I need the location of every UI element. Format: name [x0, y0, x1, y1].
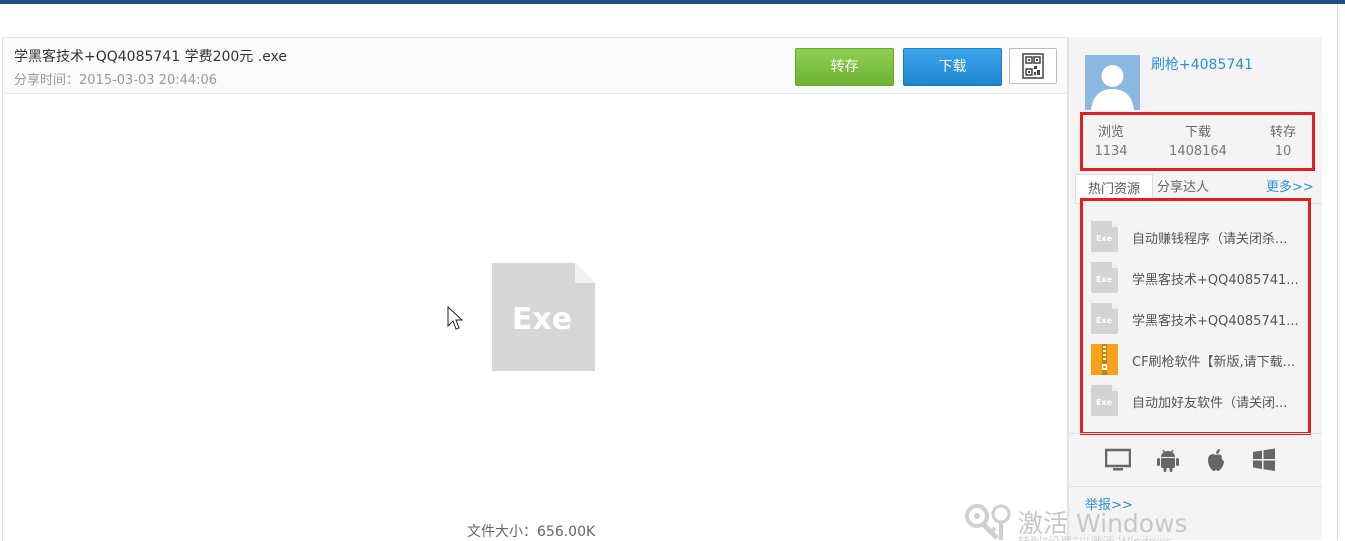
stat-value: 1408164 [1169, 144, 1227, 159]
exe-file-icon: Exe [492, 263, 595, 371]
exe-file-icon: Exe [1091, 385, 1118, 416]
list-item[interactable]: Exe 自动加好友软件（请关闭... [1087, 377, 1308, 418]
exe-file-icon: Exe [1091, 262, 1118, 293]
file-type-label: Exe [512, 302, 572, 337]
stat-label: 下载 [1184, 125, 1211, 140]
top-bar [0, 0, 1345, 4]
stat-value: 1134 [1094, 144, 1128, 159]
avatar[interactable] [1085, 55, 1140, 110]
file-type-label: Exe [1096, 398, 1113, 407]
stat-views: 浏览 1134 [1083, 123, 1139, 161]
qr-code-button[interactable] [1009, 48, 1057, 84]
file-title: 学黑客技术+QQ4085741 学费200元 .exe [14, 49, 288, 65]
save-button[interactable]: 转存 [795, 48, 894, 86]
list-item[interactable]: CF刷枪软件【新版,请下载... [1087, 336, 1308, 377]
stats-box: 浏览 1134 下载 1408164 转存 10 [1080, 112, 1315, 171]
exe-file-icon: Exe [1091, 221, 1118, 252]
platform-links [1069, 433, 1322, 487]
username-link[interactable]: 刷枪+4085741 [1151, 54, 1253, 74]
file-type-label: Exe [1096, 275, 1113, 284]
file-size: 文件大小：656.00K [467, 524, 596, 540]
file-type-label: Exe [1096, 316, 1113, 325]
list-item[interactable]: Exe 学黑客技术+QQ4085741... [1087, 254, 1308, 295]
hot-item-label: 学黑客技术+QQ4085741... [1132, 273, 1299, 288]
user-avatar-icon [1085, 55, 1140, 110]
download-button[interactable]: 下载 [903, 48, 1002, 86]
user-sidebar: 刷枪+4085741 浏览 1134 下载 1408164 转存 10 热门资源… [1068, 37, 1322, 540]
qr-code-icon [1022, 53, 1044, 79]
stat-label: 浏览 [1097, 125, 1124, 140]
hot-item-label: 自动赚钱程序（请关闭杀... [1132, 232, 1288, 247]
stat-value: 10 [1274, 144, 1292, 159]
windows-icon[interactable] [1251, 447, 1277, 473]
file-type-label: Exe [1096, 234, 1113, 243]
exe-file-icon: Exe [1091, 303, 1118, 334]
file-preview-panel: 学黑客技术+QQ4085741 学费200元 .exe 分享时间：2015-03… [2, 37, 1068, 541]
android-icon[interactable] [1155, 447, 1181, 473]
zip-file-icon [1091, 344, 1118, 375]
stat-label: 转存 [1269, 125, 1296, 140]
apple-icon[interactable] [1203, 447, 1229, 473]
hot-item-label: 自动加好友软件（请关闭... [1132, 396, 1288, 411]
list-item[interactable]: Exe 自动赚钱程序（请关闭杀... [1087, 213, 1308, 254]
scrollbar[interactable] [1337, 4, 1345, 540]
stat-saves: 转存 10 [1253, 123, 1313, 161]
mouse-cursor [447, 306, 463, 330]
file-header: 学黑客技术+QQ4085741 学费200元 .exe 分享时间：2015-03… [3, 38, 1067, 94]
hot-item-label: 学黑客技术+QQ4085741... [1132, 314, 1299, 329]
desktop-icon[interactable] [1105, 447, 1131, 473]
stat-downloads: 下载 1408164 [1153, 123, 1243, 161]
share-time: 分享时间：2015-03-03 20:44:06 [14, 73, 218, 88]
key-icon [965, 504, 1011, 540]
more-link[interactable]: 更多>> [1266, 177, 1314, 199]
list-item[interactable]: Exe 学黑客技术+QQ4085741... [1087, 295, 1308, 336]
hot-item-label: CF刷枪软件【新版,请下载... [1132, 355, 1296, 370]
hot-resources-list: Exe 自动赚钱程序（请关闭杀... Exe 学黑客技术+QQ4085741..… [1080, 198, 1311, 435]
tab-share-experts[interactable]: 分享达人 [1157, 177, 1209, 199]
